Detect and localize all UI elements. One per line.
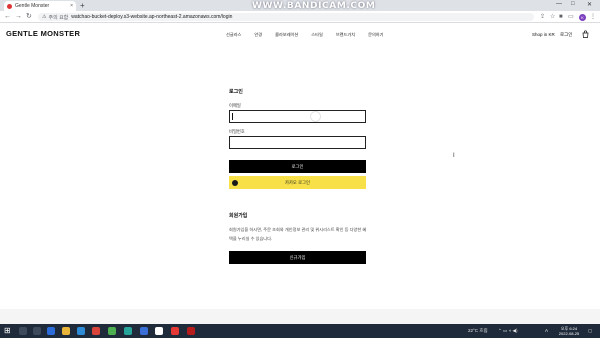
app-icon-2[interactable] [124,327,132,335]
tab-close-icon[interactable]: × [70,3,73,9]
app-icon[interactable] [108,327,116,335]
kakao-talk-icon [232,179,238,186]
nav-item-sunglasses[interactable]: 선글라스 [226,32,241,38]
chrome-icon-2[interactable] [171,327,179,335]
profile-avatar[interactable]: K [579,14,586,21]
browser-tab-strip: Gentle Monster × + WWW.BANDICAM.COM — □ … [0,0,600,11]
vscode-icon[interactable] [140,327,148,335]
mouse-cursor-icon: I [453,153,455,159]
start-button[interactable]: ⊞ [4,327,11,335]
mail-icon[interactable] [77,327,85,335]
ime-indicator[interactable]: A [545,328,548,333]
kakao-login-button[interactable]: 카카오 로그인 [229,176,366,189]
signup-button[interactable]: 신규가입 [229,251,366,264]
reload-button[interactable]: ↻ [26,13,32,21]
password-field[interactable] [229,136,366,149]
forward-button[interactable]: → [15,13,22,21]
site-header: GENTLE MONSTER 선글라스 안경 콜라보레이션 스타일 브랜드가치 … [0,24,600,42]
task-view-icon[interactable] [33,327,41,335]
clock-date: 2022-08-25 [558,331,580,336]
notification-icon[interactable]: ▢ [588,328,592,334]
signup-description: 회원가입을 하시면, 주문 조회와 개인정보 관리 및 위시리스트 확인 등 다… [229,227,367,241]
windows-taskbar: ⊞ 22°C 흐림 ⌃ ▭ ◖ ◀) A 오후 6:24 2022-08-25 … [0,324,600,338]
header-login-link[interactable]: 로그인 [560,32,572,38]
nav-item-collaboration[interactable]: 콜라보레이션 [275,32,298,38]
chrome-icon[interactable] [92,327,100,335]
shopping-bag-icon[interactable] [582,30,589,40]
nav-item-contact[interactable]: 문의하기 [368,32,383,38]
search-icon[interactable] [19,327,27,335]
signup-button-label: 신규가입 [289,254,306,260]
email-field[interactable] [229,110,366,123]
browser-tab[interactable]: Gentle Monster × [4,1,76,11]
main-nav: 선글라스 안경 콜라보레이션 스타일 브랜드가치 문의하기 [226,32,384,38]
bandicam-watermark: WWW.BANDICAM.COM [252,1,376,11]
nav-item-glasses[interactable]: 안경 [254,32,262,38]
loading-spinner-icon [310,111,321,122]
file-explorer-icon[interactable] [62,327,70,335]
github-icon[interactable] [155,327,163,335]
security-status[interactable]: 주의 요함 [48,14,68,21]
weather-status[interactable]: 22°C 흐림 [468,328,488,334]
address-bar[interactable]: ⚠ 주의 요함 watchao-bucket-deploy.s3-website… [38,13,534,21]
bandicam-icon[interactable] [187,327,195,335]
tab-title: Gentle Monster [15,3,50,9]
login-button[interactable]: 로그인 [229,160,366,173]
new-tab-button[interactable]: + [80,1,85,10]
signup-title: 회원가입 [229,213,248,219]
warning-icon[interactable]: ⚠ [42,14,46,20]
brand-logo[interactable]: GENTLE MONSTER [6,29,80,38]
kakao-login-label: 카카오 로그인 [285,179,310,185]
tray-icons[interactable]: ⌃ ▭ ◖ ◀) [498,328,517,334]
favicon-icon [7,3,12,9]
share-icon[interactable]: ⇪ [540,13,545,21]
text-caret [232,113,233,120]
close-window-button[interactable]: ✕ [587,1,592,8]
nav-item-brand-value[interactable]: 브랜드가치 [336,32,355,38]
maximize-button[interactable]: □ [571,1,575,7]
bookmark-star-icon[interactable]: ☆ [550,13,555,21]
password-label: 비밀번호 [229,129,245,134]
back-button[interactable]: ← [4,13,11,21]
edge-icon[interactable] [47,327,55,335]
shop-region-link[interactable]: Shop in KR [532,32,555,37]
browser-toolbar: ← → ↻ ⚠ 주의 요함 watchao-bucket-deploy.s3-w… [0,11,600,23]
menu-icon[interactable]: ⋮ [590,13,596,21]
email-label: 이메일 [229,103,241,108]
taskbar-clock[interactable]: 오후 6:24 2022-08-25 [556,326,582,337]
nav-item-style[interactable]: 스타일 [311,32,323,38]
extension-icon[interactable]: ■ [559,13,563,21]
url-text[interactable]: watchao-bucket-deploy.s3-website.ap-nort… [71,14,232,20]
login-title: 로그인 [229,89,243,95]
minimize-button[interactable]: — [556,1,562,7]
login-button-label: 로그인 [291,163,304,169]
page-footer [0,309,600,324]
sidebar-icon[interactable]: ▭ [568,13,574,21]
